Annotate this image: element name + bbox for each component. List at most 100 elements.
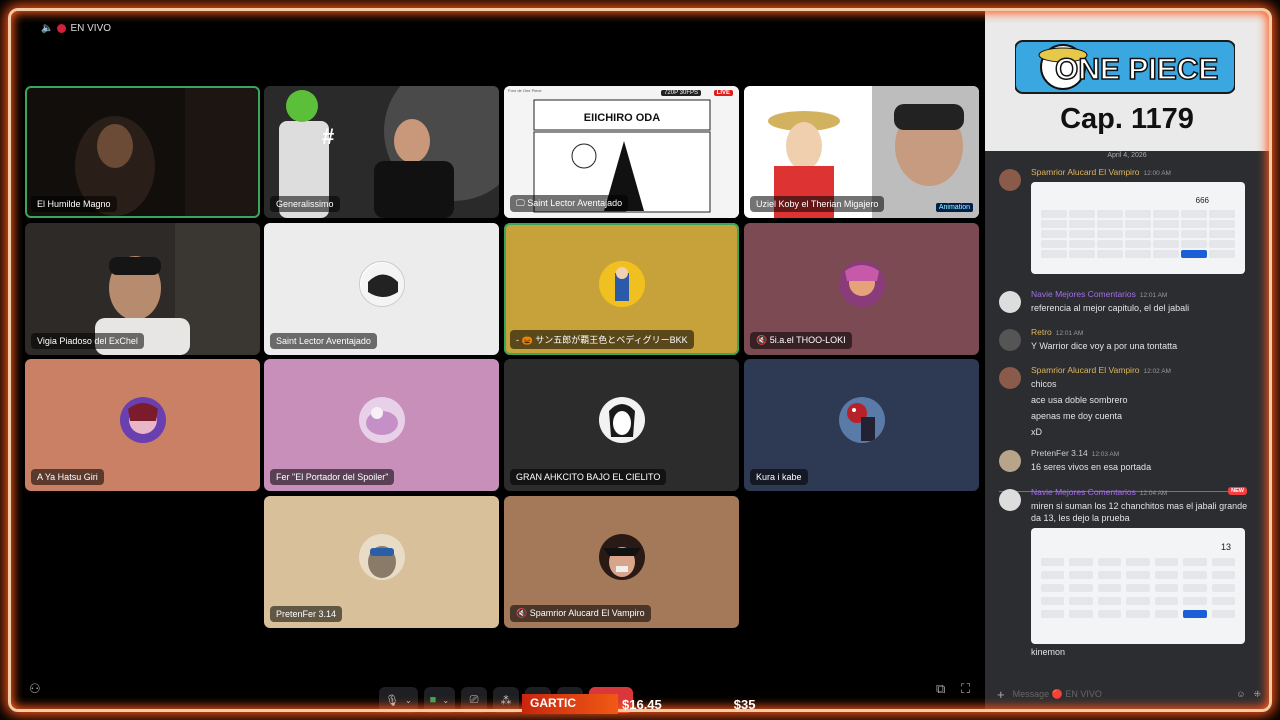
activity-icon[interactable]: ⚇ xyxy=(29,681,41,697)
popout-icon[interactable]: ⧉ xyxy=(936,681,945,697)
live-badge: LIVE xyxy=(713,90,733,96)
one-piece-banner: ONE PIECE Cap. 1179 xyxy=(985,11,1269,151)
video-tile[interactable]: 🔇 Spamrior Alucard El Vampiro xyxy=(504,496,739,628)
participant-name: 🔇 5i.a.el THOO-LOKI xyxy=(750,332,852,349)
deafened-icon: 🔇 xyxy=(516,608,530,618)
activities-icon: ⁂ xyxy=(500,694,512,707)
participant-avatar xyxy=(358,261,405,307)
participant-name: Vigia Piadoso del ExChel xyxy=(31,333,144,349)
participant-name: Uziel Koby el Therian Migajero xyxy=(750,196,885,212)
chapter-title: Cap. 1179 xyxy=(1060,103,1194,135)
message-time: 12:01 AM xyxy=(1139,292,1168,299)
message-text: miren si suman los 12 chanchitos mas el … xyxy=(1031,501,1248,511)
message-time: 12:02 AM xyxy=(1143,368,1171,375)
calculator-display: 13 xyxy=(1220,542,1231,552)
channel-name: Foro de One Piece xyxy=(508,88,542,93)
video-tile[interactable]: Vigia Piadoso del ExChel xyxy=(25,223,260,355)
video-tile[interactable]: Fer "El Portador del Spoiler" xyxy=(264,359,499,491)
camera-button[interactable]: ■ ⌄ xyxy=(423,687,456,713)
ticker-price: $35 xyxy=(733,696,756,712)
participant-avatar xyxy=(358,397,405,443)
message-input[interactable]: Message 🔴 EN VIVO xyxy=(1013,689,1229,700)
chevron-down-icon: ⌄ xyxy=(442,695,450,705)
screen-share-icon: 🖵 xyxy=(516,198,528,208)
microphone-icon: 🎙 xyxy=(385,694,399,707)
video-tile[interactable]: Saint Lector Aventajado xyxy=(264,223,499,355)
video-tile[interactable]: Kura i kabe xyxy=(744,359,979,491)
emoji-icon[interactable]: ☺ xyxy=(1236,689,1245,699)
chat-message: Spamrior Alucard El Vampiro 12:00 AM 666 xyxy=(999,167,1259,274)
avatar xyxy=(999,329,1021,351)
message-author[interactable]: Navie Mejores Comentarios xyxy=(1031,289,1136,299)
microphone-button[interactable]: 🎙 ⌄ xyxy=(379,687,418,713)
chat-message: Retro 12:01 AM Y Warrior dice voy a por u… xyxy=(999,327,1259,351)
video-tile[interactable]: El Humilde Magno xyxy=(25,86,260,218)
participant-avatar xyxy=(598,534,645,580)
participant-avatar xyxy=(838,397,885,443)
ticker-label: GARTIC xyxy=(522,694,618,714)
activities-button[interactable]: ⁂ xyxy=(493,687,520,713)
participant-name: - 🎃 サン五郎が覇王色とベディグリーBKK xyxy=(510,330,694,349)
participant-avatar xyxy=(598,397,645,443)
participant-name: Saint Lector Aventajado xyxy=(270,333,377,349)
message-author[interactable]: Retro xyxy=(1031,327,1052,337)
message-author[interactable]: Spamrior Alucard El Vampiro xyxy=(1031,167,1140,177)
video-tile[interactable]: PretenFer 3.14 xyxy=(264,496,499,628)
participant-name: Generalissimo xyxy=(270,196,340,212)
participant-name: PretenFer 3.14 xyxy=(270,606,343,622)
message-composer[interactable]: + Message 🔴 EN VIVO ☺ ⁜ xyxy=(997,683,1261,705)
camera-icon: ■ xyxy=(429,694,437,706)
video-tile[interactable]: A Ya Hatsu Giri xyxy=(25,359,260,491)
live-label: EN VIVO xyxy=(70,23,112,34)
chat-message: Spamrior Alucard El Vampiro 12:02 AM chic… xyxy=(999,365,1259,437)
video-tile[interactable]: 🔇 5i.a.el THOO-LOKI xyxy=(744,223,979,355)
message-author[interactable]: Spamrior Alucard El Vampiro xyxy=(1031,365,1140,375)
video-tile[interactable]: Animation Uziel Koby el Therian Migajero xyxy=(744,86,979,218)
participant-avatar xyxy=(358,534,405,580)
message-time: 12:01 AM xyxy=(1055,330,1084,337)
video-tile[interactable]: GRAN AHKCITO BAJO EL CIELITO xyxy=(504,359,739,491)
participant-name: 🖵 Saint Lector Aventajado xyxy=(510,195,629,212)
screen-share-button[interactable]: ⎚ xyxy=(461,687,488,713)
message-time: 12:04 AM xyxy=(1139,490,1168,497)
participant-avatar xyxy=(119,397,166,443)
chat-message: kinemon xyxy=(999,643,1259,657)
message-text: Y Warrior dice voy a por una tontatta xyxy=(1031,341,1178,351)
chat-message: PretenFer 3.14 12:03 AM 16 seres vivos en… xyxy=(999,448,1259,472)
message-author[interactable]: Navie Mejores Comentarios xyxy=(1031,487,1136,497)
video-tile[interactable]: Foro de One Piece 720P 30FPS LIVE EIICHI… xyxy=(504,86,739,218)
apps-icon[interactable]: ⁜ xyxy=(1253,689,1261,700)
message-text: referencia al mejor capitulo, el del jab… xyxy=(1031,303,1190,313)
speaker-icon: 🔈 xyxy=(41,23,54,34)
video-tile[interactable]: # Generalissimo xyxy=(264,86,499,218)
deafened-icon: 🔇 xyxy=(756,335,770,345)
message-author[interactable]: PretenFer 3.14 xyxy=(1031,448,1088,458)
calculator-screenshot[interactable]: 13 xyxy=(1031,528,1245,644)
stream-quality-badge: 720P 30FPS xyxy=(661,90,701,96)
plus-icon[interactable]: + xyxy=(997,687,1005,702)
chat-message: Navie Mejores Comentarios 12:01 AM refere… xyxy=(999,289,1259,313)
calculator-screenshot[interactable]: 666 xyxy=(1031,182,1245,274)
chat-message: Navie Mejores Comentarios 12:04 AM miren … xyxy=(999,487,1259,644)
svg-text:#: # xyxy=(322,124,334,149)
date-separator: April 4, 2026 xyxy=(1107,152,1147,159)
live-indicator: 🔈 EN VIVO xyxy=(41,23,111,34)
avatar xyxy=(999,291,1021,313)
message-text: chicos xyxy=(1031,379,1057,389)
calculator-display: 666 xyxy=(1195,196,1209,205)
chevron-down-icon: ⌄ xyxy=(404,695,412,705)
call-stage: 🔈 EN VIVO El Humilde Magno # Generalissi… xyxy=(11,11,985,713)
svg-text:ONE PIECE: ONE PIECE xyxy=(1055,53,1218,86)
message-time: 12:00 AM xyxy=(1143,170,1171,177)
participant-name: A Ya Hatsu Giri xyxy=(31,469,104,485)
participant-name: El Humilde Magno xyxy=(31,196,117,212)
manga-headline: EIICHIRO ODA xyxy=(583,112,661,124)
avatar xyxy=(999,367,1021,389)
message-text: apenas me doy cuenta xyxy=(1031,411,1123,421)
message-text: da 13, les dejo la prueba xyxy=(1031,513,1130,523)
video-tile[interactable]: - 🎃 サン五郎が覇王色とベディグリーBKK xyxy=(504,223,739,355)
participant-avatar xyxy=(598,261,645,307)
avatar xyxy=(999,450,1021,472)
fullscreen-icon[interactable]: ⛶ xyxy=(961,681,970,697)
participant-name: 🔇 Spamrior Alucard El Vampiro xyxy=(510,605,651,622)
